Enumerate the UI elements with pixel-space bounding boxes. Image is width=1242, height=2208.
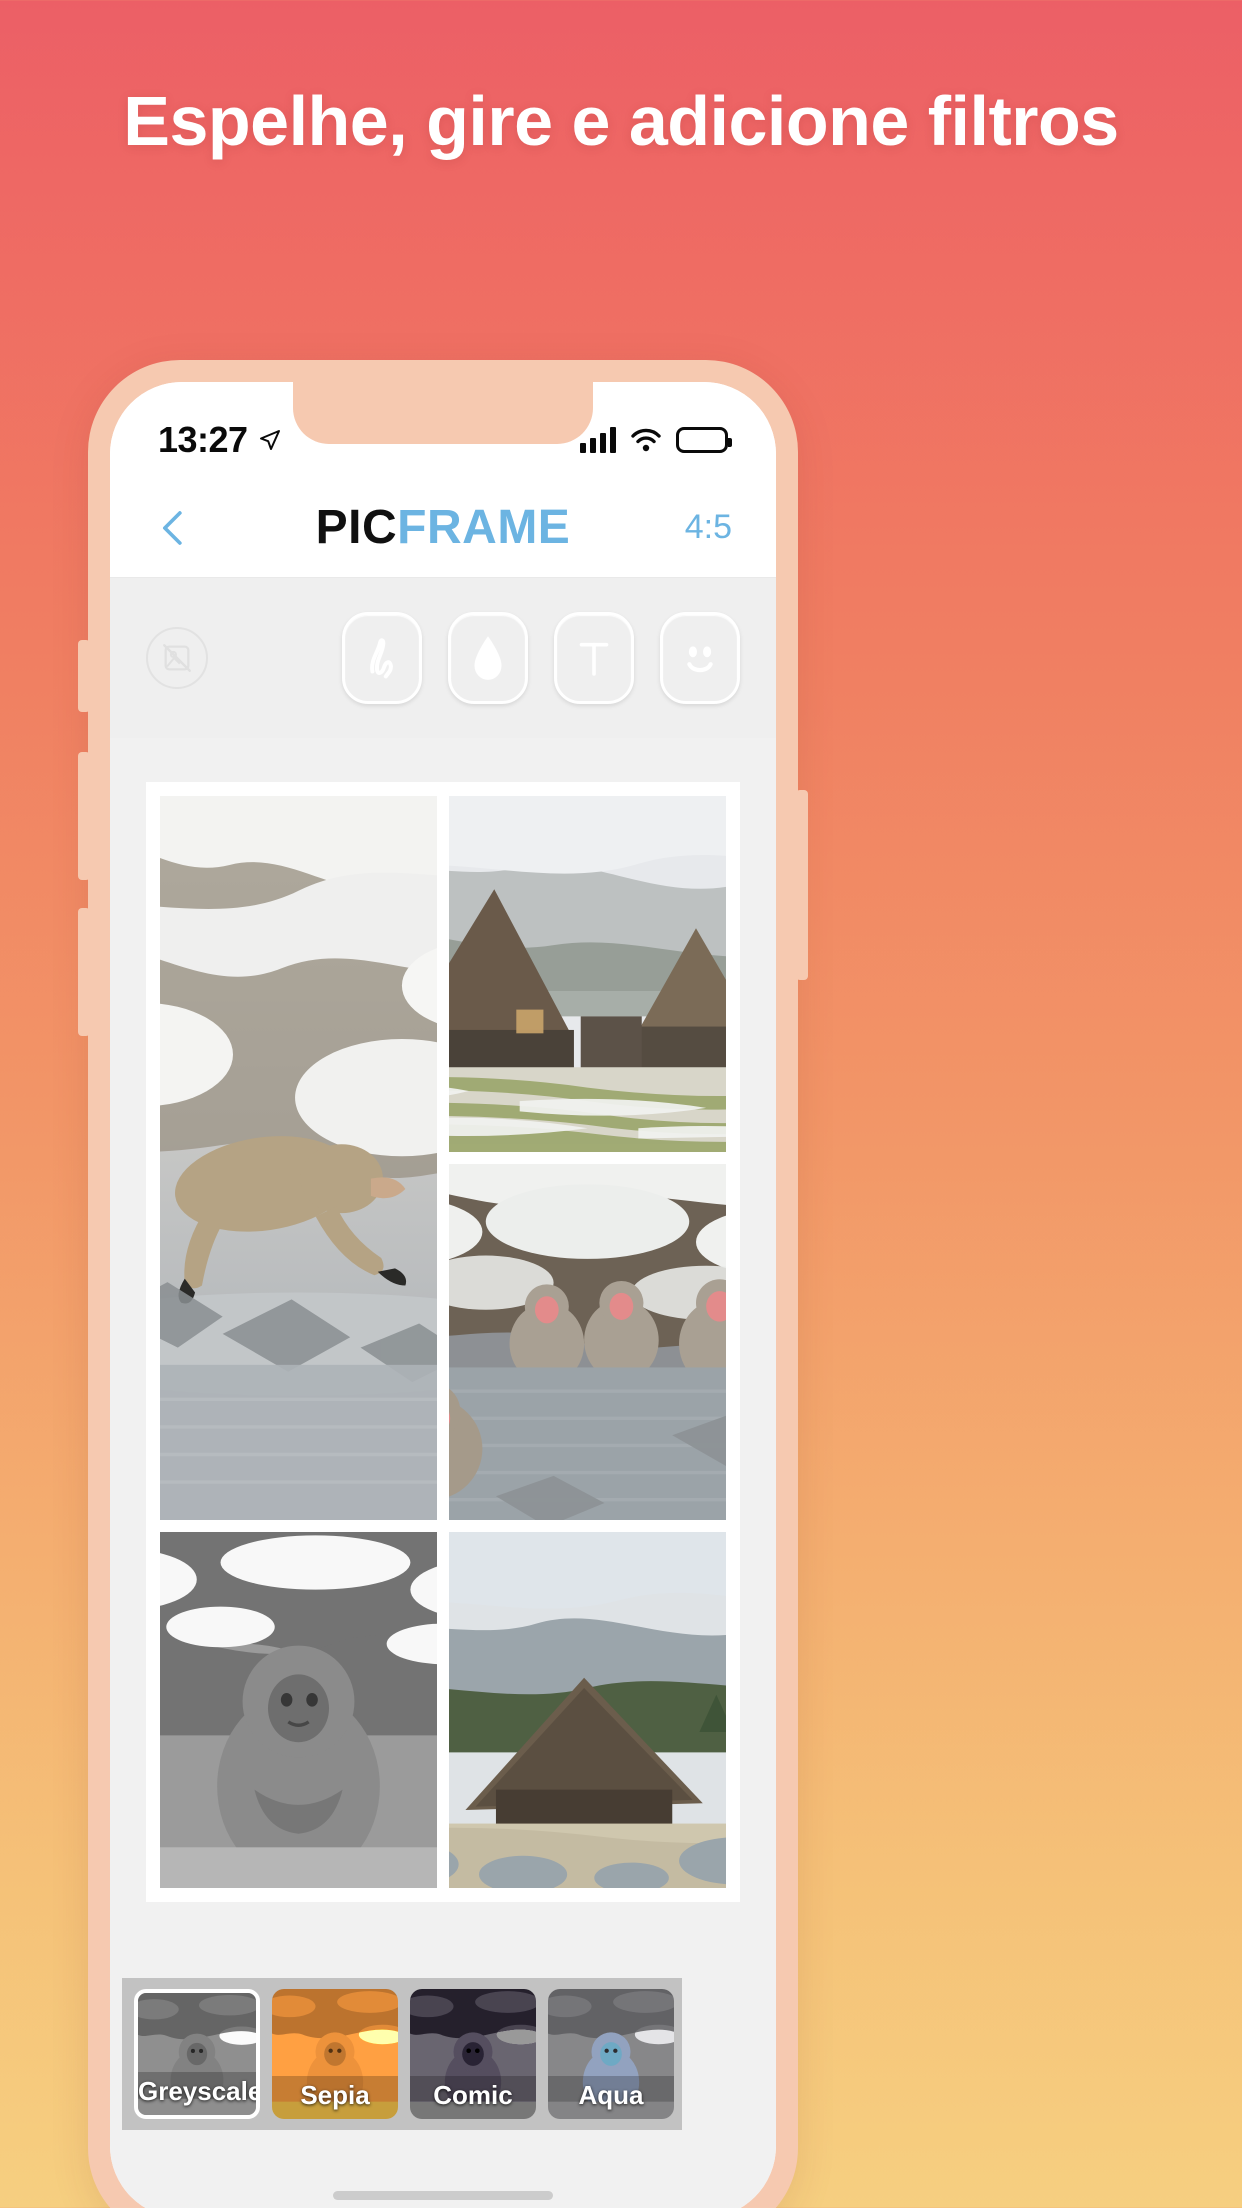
phone-mockup: 13:27 PICFRAME 4:5 Greyscale Sepia Comic… [78,360,808,2208]
notch [293,382,593,444]
page-title: Espelhe, gire e adicione filtros [123,82,1119,160]
status-bar-right [580,407,732,453]
collage-cell-left-bottom[interactable] [160,1532,437,1888]
app-title-frame: FRAME [397,501,571,554]
status-time: 13:27 [158,419,248,460]
app-title-pic: PIC [315,501,398,554]
filter-label: Sepia [272,2076,398,2119]
silent-switch-button[interactable] [78,640,90,712]
battery-icon [676,427,732,453]
editor-toolbar [110,578,776,738]
filter-strip[interactable]: Greyscale Sepia Comic Aqua [122,1978,682,2130]
editor-canvas[interactable]: Greyscale Sepia Comic Aqua [110,738,776,2208]
cellular-signal-icon [580,427,616,453]
droplet-icon[interactable] [448,612,528,704]
home-indicator [333,2191,553,2200]
text-icon[interactable] [554,612,634,704]
app-title: PICFRAME [110,500,776,555]
volume-up-button[interactable] [78,752,90,880]
wifi-icon [631,428,661,452]
tool-buttons [342,612,740,704]
app-nav-bar: PICFRAME 4:5 [110,478,776,578]
status-bar-left: 13:27 [158,399,282,461]
filter-item-greyscale[interactable]: Greyscale [134,1989,260,2119]
sticker-smiley-icon[interactable] [660,612,740,704]
collage-cell-right-bottom[interactable] [449,1532,726,1888]
filter-item-sepia[interactable]: Sepia [272,1989,398,2119]
location-arrow-icon [259,430,280,450]
volume-down-button[interactable] [78,908,90,1036]
filter-label: Comic [410,2076,536,2119]
filter-item-comic[interactable]: Comic [410,1989,536,2119]
power-button[interactable] [796,790,808,980]
filter-label: Greyscale [138,2072,256,2115]
image-off-icon [146,627,208,689]
collage-cell-left-tall[interactable] [160,796,437,1520]
collage-cell-right-middle[interactable] [449,1164,726,1520]
phone-screen: 13:27 PICFRAME 4:5 Greyscale Sepia Comic… [110,382,776,2208]
scribble-icon[interactable] [342,612,422,704]
photo-collage[interactable] [146,782,740,1902]
filter-label: Aqua [548,2076,674,2119]
collage-cell-right-top[interactable] [449,796,726,1152]
filter-item-aqua[interactable]: Aqua [548,1989,674,2119]
